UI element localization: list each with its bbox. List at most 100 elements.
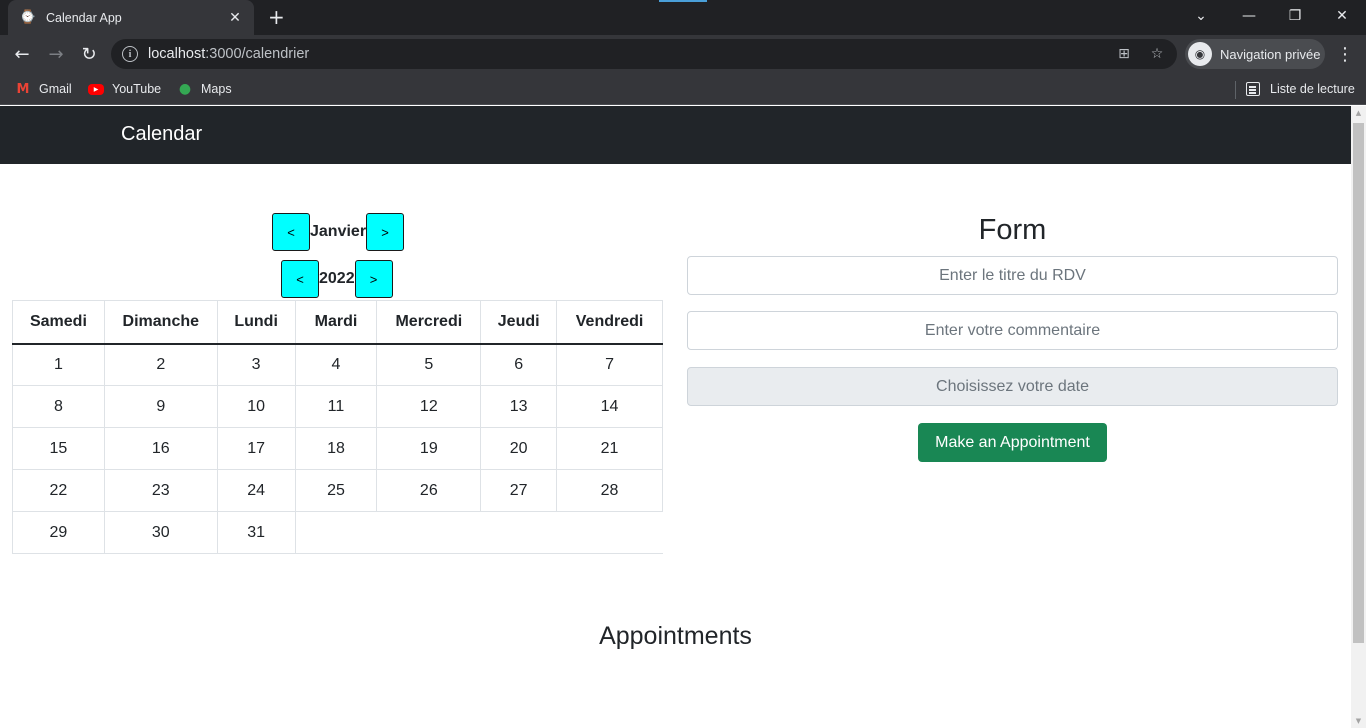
weekday-header: Samedi — [12, 300, 105, 345]
calendar-day-cell[interactable]: 10 — [216, 385, 296, 428]
tab-title: Calendar App — [46, 10, 122, 25]
weekday-header: Dimanche — [103, 300, 218, 345]
prev-month-button[interactable]: < — [272, 213, 310, 251]
incognito-favicon-icon: ⌚ — [19, 10, 37, 25]
calendar-day-cell[interactable]: 29 — [12, 511, 105, 554]
calendar-day-cell[interactable]: 21 — [556, 427, 663, 470]
tab-search-chevron-icon[interactable]: ⌄ — [1178, 0, 1224, 32]
calendar-day-cell[interactable]: 7 — [556, 343, 663, 386]
weekday-header: Jeudi — [480, 300, 558, 345]
scroll-down-arrow-icon[interactable]: ▼ — [1351, 714, 1366, 728]
tab-strip-accent — [659, 0, 707, 2]
calendar-table: Samedi Dimanche Lundi Mardi Mercredi Jeu… — [12, 300, 663, 554]
forward-arrow-icon[interactable]: → — [40, 38, 72, 70]
scrollbar-thumb[interactable] — [1353, 123, 1364, 643]
calendar-day-cell[interactable]: 22 — [12, 469, 105, 512]
make-appointment-button[interactable]: Make an Appointment — [918, 423, 1107, 462]
calendar-day-cell[interactable]: 17 — [216, 427, 296, 470]
url-path: :3000/calendrier — [205, 46, 310, 62]
browser-toolbar: ← → ↻ i localhost:3000/calendrier ⊞ ☆ ◉ … — [0, 35, 1366, 73]
bookmark-label: Maps — [201, 82, 232, 96]
prev-year-button[interactable]: < — [281, 260, 319, 298]
tab-close-icon[interactable]: ✕ — [226, 10, 244, 26]
calendar-day-cell[interactable]: 23 — [103, 469, 218, 512]
url-text[interactable]: localhost:3000/calendrier — [148, 46, 309, 62]
browser-tab[interactable]: ⌚ Calendar App ✕ — [8, 0, 254, 35]
calendar-empty-cell — [376, 511, 481, 554]
youtube-icon: ▶ — [88, 83, 104, 95]
bookmark-star-icon[interactable]: ☆ — [1148, 45, 1166, 63]
calendar-week-row: 29 30 31 — [12, 511, 663, 554]
incognito-profile-button[interactable]: ◉ Navigation privée — [1185, 39, 1325, 69]
appointment-title-input[interactable] — [687, 256, 1338, 295]
navbar-brand[interactable]: Calendar — [121, 123, 202, 146]
incognito-icon: ◉ — [1188, 42, 1212, 66]
calendar-day-cell[interactable]: 8 — [12, 385, 105, 428]
url-host: localhost — [148, 46, 206, 62]
new-tab-icon[interactable]: + — [268, 6, 285, 28]
close-window-icon[interactable]: ✕ — [1319, 0, 1365, 32]
calendar-day-cell[interactable]: 25 — [294, 469, 378, 512]
calendar-week-row: 15 16 17 18 19 20 21 — [12, 427, 663, 470]
calendar-day-cell[interactable]: 19 — [376, 427, 482, 470]
calendar-day-cell[interactable]: 1 — [12, 343, 105, 386]
year-label: 2022 — [319, 270, 355, 287]
calendar-day-cell[interactable]: 24 — [216, 469, 296, 512]
calendar-week-row: 22 23 24 25 26 27 28 — [12, 469, 663, 512]
reading-list-label: Liste de lecture — [1270, 82, 1355, 96]
calendar-week-row: 1 2 3 4 5 6 7 — [12, 343, 663, 386]
restore-icon[interactable]: ❐ — [1272, 0, 1318, 32]
reload-icon[interactable]: ↻ — [73, 38, 105, 70]
browser-menu-icon[interactable]: ⋮ — [1333, 38, 1357, 70]
reading-list-icon — [1246, 82, 1260, 96]
calendar-empty-cell — [556, 511, 663, 554]
weekday-header-row: Samedi Dimanche Lundi Mardi Mercredi Jeu… — [12, 300, 663, 345]
back-arrow-icon[interactable]: ← — [6, 38, 38, 70]
maps-icon: ● — [178, 81, 192, 97]
calendar-day-cell[interactable]: 11 — [294, 385, 378, 428]
next-month-button[interactable]: > — [366, 213, 405, 251]
form-title: Form — [978, 214, 1047, 246]
calendar-day-cell[interactable]: 15 — [12, 427, 105, 470]
calendar-day-cell[interactable]: 5 — [376, 343, 482, 386]
calendar-day-cell[interactable]: 20 — [480, 427, 558, 470]
bookmark-label: YouTube — [112, 82, 162, 96]
bookmark-youtube[interactable]: ▶ YouTube — [88, 79, 161, 99]
calendar-day-cell[interactable]: 4 — [294, 343, 378, 386]
calendar-day-cell[interactable]: 16 — [103, 427, 218, 470]
calendar-week-row: 8 9 10 11 12 13 14 — [12, 385, 663, 428]
calendar-day-cell[interactable]: 12 — [376, 385, 482, 428]
page-scrollbar[interactable]: ▲ ▼ — [1351, 106, 1366, 728]
calendar-day-cell[interactable]: 13 — [480, 385, 558, 428]
year-switcher: < 2022 > — [281, 260, 393, 298]
calendar-day-cell[interactable]: 26 — [376, 469, 482, 512]
weekday-header: Vendredi — [556, 300, 663, 345]
bookmarks-divider — [1235, 81, 1236, 99]
translate-icon[interactable]: ⊞ — [1115, 45, 1133, 63]
calendar-empty-cell — [480, 511, 557, 554]
appointment-date-input[interactable] — [687, 367, 1338, 406]
site-info-icon[interactable]: i — [122, 46, 138, 62]
calendar-day-cell[interactable]: 14 — [556, 385, 663, 428]
minimize-icon[interactable]: — — [1226, 0, 1272, 32]
scroll-up-arrow-icon[interactable]: ▲ — [1351, 106, 1366, 120]
weekday-header: Mercredi — [376, 300, 482, 345]
appointment-comment-input[interactable] — [687, 311, 1338, 350]
calendar-day-cell[interactable]: 9 — [103, 385, 218, 428]
appointments-title: Appointments — [599, 622, 752, 650]
calendar-day-cell[interactable]: 30 — [103, 511, 218, 554]
calendar-day-cell[interactable]: 31 — [216, 511, 296, 554]
bookmark-maps[interactable]: ● Maps — [177, 79, 232, 99]
weekday-header: Lundi — [216, 300, 296, 345]
address-bar[interactable]: i localhost:3000/calendrier ⊞ ☆ — [111, 39, 1177, 69]
calendar-day-cell[interactable]: 18 — [294, 427, 378, 470]
weekday-header: Mardi — [294, 300, 378, 345]
next-year-button[interactable]: > — [354, 260, 393, 298]
bookmark-gmail[interactable]: M Gmail — [15, 79, 72, 99]
reading-list-button[interactable]: Liste de lecture — [1246, 79, 1355, 99]
calendar-day-cell[interactable]: 27 — [480, 469, 558, 512]
calendar-day-cell[interactable]: 6 — [480, 343, 558, 386]
calendar-day-cell[interactable]: 2 — [103, 343, 218, 386]
calendar-day-cell[interactable]: 28 — [556, 469, 663, 512]
calendar-day-cell[interactable]: 3 — [216, 343, 296, 386]
